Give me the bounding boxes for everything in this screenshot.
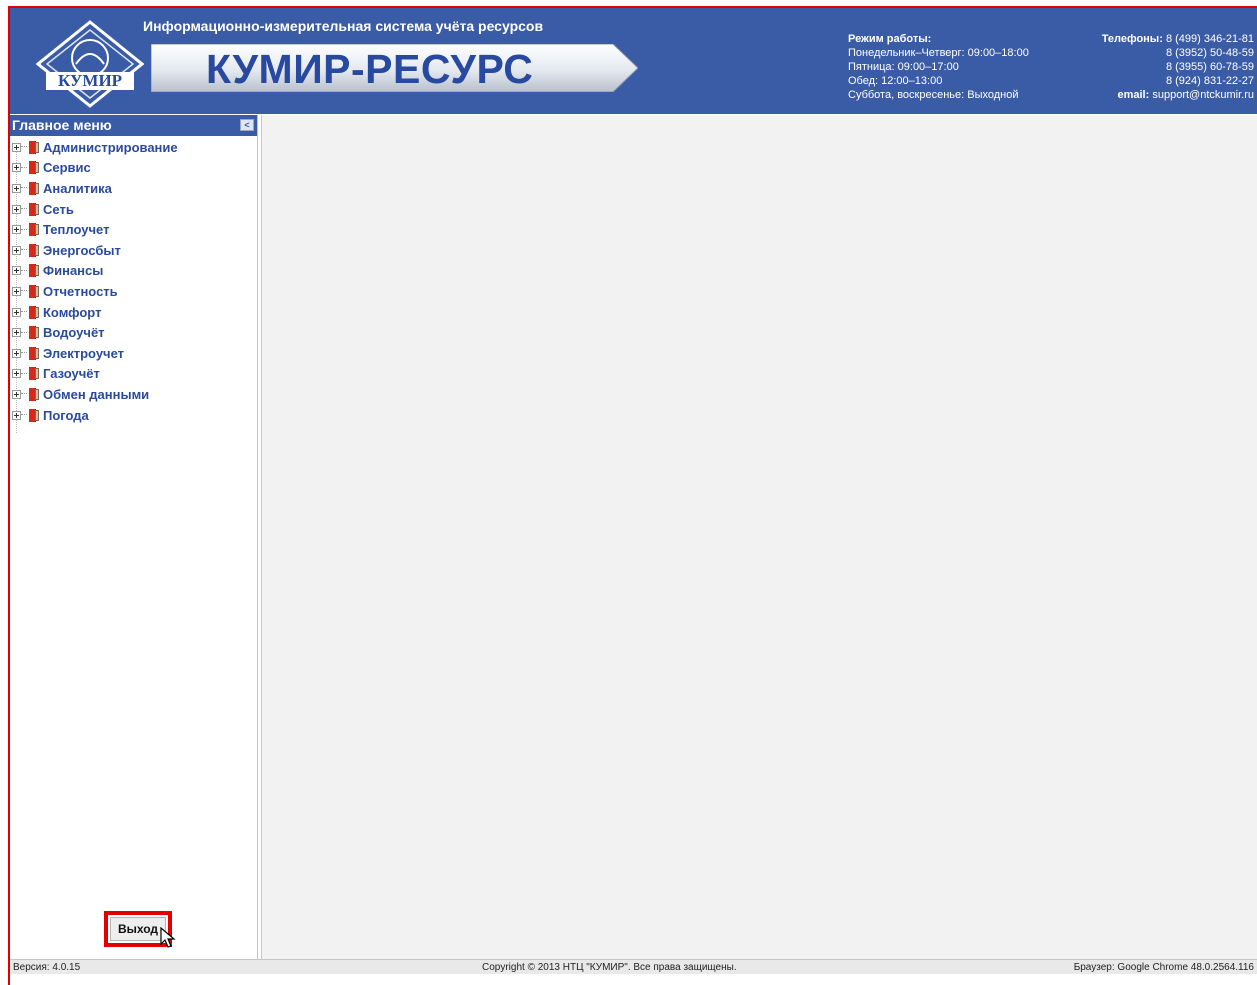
hours-title: Режим работы: — [848, 33, 932, 45]
phones-label: Телефоны: — [1101, 33, 1163, 45]
book-icon — [29, 284, 39, 298]
book-icon — [29, 305, 39, 319]
support-email: support@ntckumir.ru — [1152, 89, 1254, 101]
menu-item-analytics[interactable]: Аналитика — [10, 178, 257, 199]
menu-item-label: Сервис — [43, 160, 91, 176]
expand-icon[interactable] — [12, 266, 21, 276]
phone-number: 8 (924) 831-22-27 — [1165, 75, 1254, 87]
menu-item-comfort[interactable]: Комфорт — [10, 302, 257, 323]
browser-info: Браузер: Google Chrome 48.0.2564.116 — [1073, 962, 1254, 973]
version-text: Версия: 4.0.15 — [13, 962, 81, 973]
menu-item-electricity-metering[interactable]: Электроучет — [10, 343, 257, 364]
status-bar: Версия: 4.0.15 Copyright © 2013 НТЦ "КУМ… — [10, 959, 1257, 974]
main-content-area — [261, 115, 1257, 959]
menu-item-water-metering[interactable]: Водоучёт — [10, 322, 257, 343]
contact-info: Телефоны: 8 (499) 346-21-81 8 (3952) 50-… — [1102, 32, 1254, 102]
main-menu-panel: Главное меню < Администрирование Сервис … — [10, 115, 258, 959]
book-icon — [29, 326, 39, 340]
expand-icon[interactable] — [12, 348, 21, 358]
menu-item-weather[interactable]: Погода — [10, 405, 257, 426]
menu-tree: Администрирование Сервис Аналитика Сеть … — [10, 136, 257, 425]
svg-text:КУМИР: КУМИР — [58, 71, 122, 90]
menu-item-label: Финансы — [43, 263, 104, 279]
system-subtitle: Информационно-измерительная система учёт… — [143, 18, 544, 34]
expand-icon[interactable] — [12, 369, 21, 379]
expand-icon[interactable] — [12, 245, 21, 255]
book-icon — [29, 264, 39, 278]
menu-item-label: Аналитика — [43, 180, 112, 196]
logout-button[interactable]: Выход — [110, 917, 166, 941]
menu-item-label: Газоучёт — [43, 366, 100, 382]
menu-item-label: Отчетность — [43, 283, 118, 299]
kumir-logo: КУМИР — [36, 20, 144, 108]
menu-item-service[interactable]: Сервис — [10, 158, 257, 179]
email-label: email: — [1117, 89, 1150, 101]
menu-item-finance[interactable]: Финансы — [10, 261, 257, 282]
book-icon — [29, 202, 39, 216]
collapse-panel-button[interactable]: < — [240, 119, 254, 131]
menu-item-label: Теплоучет — [43, 222, 110, 238]
menu-item-network[interactable]: Сеть — [10, 199, 257, 220]
hours-line: Пятница: 09:00–17:00 — [848, 61, 959, 73]
menu-item-label: Погода — [43, 407, 89, 423]
expand-icon[interactable] — [12, 183, 21, 193]
menu-item-label: Сеть — [43, 201, 74, 217]
menu-item-reports[interactable]: Отчетность — [10, 281, 257, 302]
expand-icon[interactable] — [12, 328, 21, 338]
app-header: КУМИР Информационно-измерительная систем… — [10, 8, 1257, 114]
book-icon — [29, 161, 39, 175]
working-hours: Режим работы: Понедельник–Четверг: 09:00… — [848, 32, 1029, 102]
expand-icon[interactable] — [12, 307, 21, 317]
hours-line: Понедельник–Четверг: 09:00–18:00 — [848, 47, 1029, 59]
book-icon — [29, 367, 39, 381]
phone-number: 8 (3955) 60-78-59 — [1165, 61, 1254, 73]
menu-item-label: Электроучет — [43, 345, 125, 361]
product-title: КУМИР-РЕСУРС — [206, 46, 534, 92]
menu-item-label: Энергосбыт — [43, 242, 121, 258]
expand-icon[interactable] — [12, 142, 21, 152]
menu-item-label: Администрирование — [43, 139, 178, 155]
book-icon — [29, 346, 39, 360]
book-icon — [29, 140, 39, 154]
menu-item-label: Обмен данными — [43, 386, 150, 402]
book-icon — [29, 243, 39, 257]
hours-line: Обед: 12:00–13:00 — [848, 75, 943, 87]
book-icon — [29, 223, 39, 237]
expand-icon[interactable] — [12, 286, 21, 296]
expand-icon[interactable] — [12, 204, 21, 214]
expand-icon[interactable] — [12, 389, 21, 399]
menu-item-gas-metering[interactable]: Газоучёт — [10, 364, 257, 385]
expand-icon[interactable] — [12, 225, 21, 235]
mouse-pointer-icon — [160, 927, 176, 948]
book-icon — [29, 181, 39, 195]
menu-item-data-exchange[interactable]: Обмен данными — [10, 384, 257, 405]
main-menu-header: Главное меню < — [10, 115, 257, 136]
menu-item-label: Комфорт — [43, 304, 102, 320]
menu-item-energy-sales[interactable]: Энергосбыт — [10, 240, 257, 261]
book-icon — [29, 387, 39, 401]
book-icon — [29, 408, 39, 422]
phone-number: 8 (3952) 50-48-59 — [1165, 47, 1254, 59]
phone-number: 8 (499) 346-21-81 — [1165, 33, 1254, 45]
hours-line: Суббота, воскресенье: Выходной — [848, 89, 1019, 101]
menu-item-heat-metering[interactable]: Теплоучет — [10, 219, 257, 240]
expand-icon[interactable] — [12, 163, 21, 173]
expand-icon[interactable] — [12, 410, 21, 420]
menu-item-administration[interactable]: Администрирование — [10, 137, 257, 158]
menu-item-label: Водоучёт — [43, 325, 105, 341]
copyright-text: Copyright © 2013 НТЦ "КУМИР". Все права … — [482, 962, 737, 973]
main-menu-title: Главное меню — [12, 117, 112, 133]
